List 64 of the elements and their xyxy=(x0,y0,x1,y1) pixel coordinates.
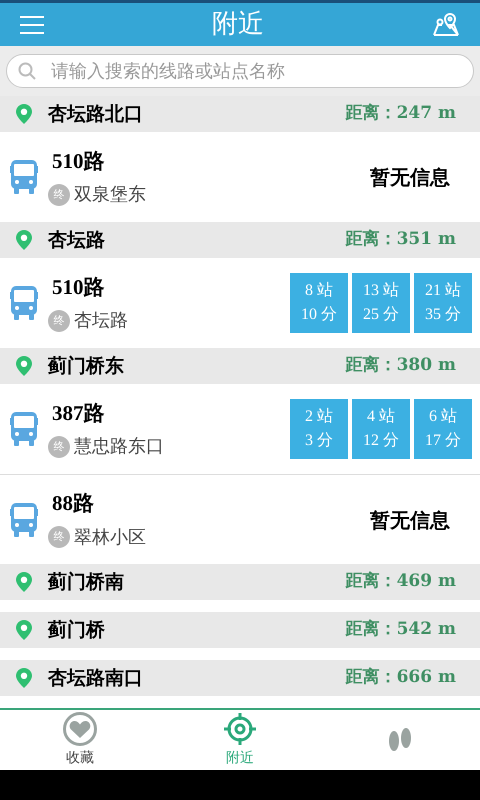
route-row[interactable]: 510路 终 杏坛路 8 站 10 分 13 站 25 分 21 站 35 分 xyxy=(0,258,480,348)
route-row[interactable]: 387路 终 慧忠路东口 2 站 3 分 4 站 12 分 6 站 17 分 xyxy=(0,384,480,474)
terminus-name: 双泉堡东 xyxy=(74,183,146,208)
terminus-badge: 终 xyxy=(48,184,70,206)
location-pin-icon xyxy=(16,668,32,688)
terminus-badge: 终 xyxy=(48,526,70,548)
station-distance: 距离：247 m xyxy=(346,102,456,126)
location-pin-icon xyxy=(16,104,32,124)
location-pin-icon xyxy=(16,620,32,640)
map-pin-icon[interactable] xyxy=(432,12,460,36)
route-name: 510路 xyxy=(52,274,106,301)
target-icon xyxy=(223,712,257,746)
terminus-name: 杏坛路 xyxy=(74,309,128,334)
terminus-name: 翠林小区 xyxy=(74,526,146,550)
route-name: 88路 xyxy=(52,490,95,518)
route-name: 387路 xyxy=(52,400,106,427)
station-row[interactable]: 蓟门桥 距离：542 m xyxy=(0,612,480,648)
no-info-text: 暂无信息 xyxy=(370,506,450,534)
station-name: 杏坛路南口 xyxy=(48,666,143,691)
bus-icon xyxy=(10,412,38,446)
station-name: 杏坛路 xyxy=(48,228,105,253)
station-distance: 距离：542 m xyxy=(346,618,456,642)
terminus-badge: 终 xyxy=(48,436,70,458)
station-name: 蓟门桥东 xyxy=(48,354,124,379)
arrival-time: 17 分 xyxy=(425,431,461,451)
arrival-time: 12 分 xyxy=(363,431,399,451)
route-row[interactable]: 510路 终 双泉堡东 暂无信息 xyxy=(0,132,480,222)
location-pin-icon xyxy=(16,356,32,376)
search-field[interactable]: 请输入搜索的线路或站点名称 xyxy=(6,54,474,88)
arrival-time: 25 分 xyxy=(363,305,399,325)
nav-tab[interactable]: 收藏 xyxy=(0,710,160,770)
page-title: 附近 xyxy=(212,8,264,41)
station-row[interactable]: 杏坛路 距离：351 m xyxy=(0,222,480,258)
arrival-time: 35 分 xyxy=(425,305,461,325)
station-row[interactable]: 杏坛路北口 距离：247 m xyxy=(0,96,480,132)
station-distance: 距离：380 m xyxy=(346,354,456,378)
station-name: 蓟门桥 xyxy=(48,618,105,643)
station-row[interactable]: 杏坛路南口 距离：666 m xyxy=(0,660,480,696)
bus-icon xyxy=(10,502,38,536)
stops-count: 4 站 xyxy=(367,406,395,427)
station-distance: 距离：351 m xyxy=(346,228,456,252)
stops-count: 13 站 xyxy=(363,280,399,301)
bus-icon xyxy=(10,160,38,194)
location-pin-icon xyxy=(16,230,32,250)
station-row[interactable]: 蓟门桥东 距离：380 m xyxy=(0,348,480,384)
station-row[interactable]: 蓟门桥南 距离：469 m xyxy=(0,564,480,600)
stops-count: 2 站 xyxy=(305,406,333,427)
stops-count: 21 站 xyxy=(425,280,461,301)
terminus-badge: 终 xyxy=(48,310,70,332)
station-name: 蓟门桥南 xyxy=(48,570,124,595)
route-name: 510路 xyxy=(52,148,106,175)
station-distance: 距离：666 m xyxy=(346,666,456,690)
menu-icon[interactable] xyxy=(20,14,44,34)
no-info-text: 暂无信息 xyxy=(370,164,450,191)
station-distance: 距离：469 m xyxy=(346,570,456,594)
terminus-name: 慧忠路东口 xyxy=(74,435,164,460)
arrival-time: 10 分 xyxy=(301,305,337,325)
stops-count: 8 站 xyxy=(305,280,333,301)
search-icon xyxy=(18,62,36,80)
arrival-time: 3 分 xyxy=(305,431,333,451)
station-name: 杏坛路北口 xyxy=(48,102,143,127)
location-pin-icon xyxy=(16,572,32,592)
stops-count: 6 站 xyxy=(429,406,457,427)
bus-icon xyxy=(10,286,38,320)
